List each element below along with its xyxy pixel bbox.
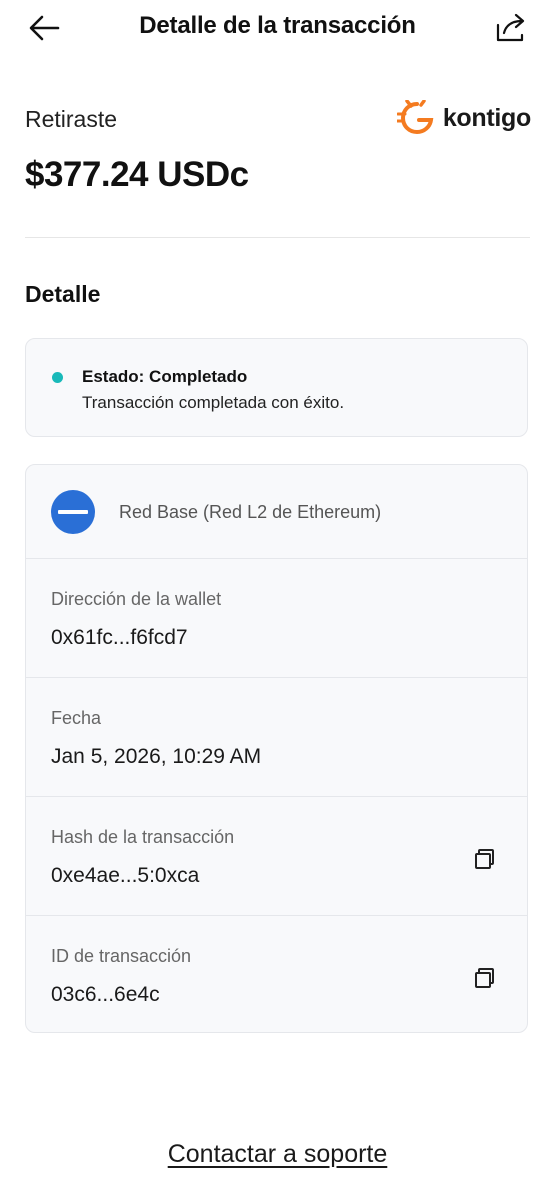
share-button[interactable] [491, 10, 531, 46]
transaction-id-label: ID de transacción [51, 946, 192, 966]
date-label: Fecha [51, 708, 102, 728]
transaction-amount: $377.24 USDc [25, 155, 249, 194]
top-bar: Detalle de la transacción [0, 0, 555, 56]
kontigo-logo-icon [396, 100, 434, 135]
share-icon [496, 13, 525, 42]
transaction-type-label: Retiraste [25, 106, 118, 132]
transaction-id-row: ID de transacción 03c6...6e4c [26, 916, 527, 1032]
transaction-hash-value: 0xe4ae...5:0xca [51, 864, 200, 887]
brand-logo: kontigo [396, 100, 531, 136]
page-title: Detalle de la transacción [139, 12, 416, 39]
transaction-hash-label: Hash de la transacción [51, 827, 235, 847]
base-network-icon [51, 490, 95, 534]
divider [25, 237, 530, 238]
transaction-id-value: 03c6...6e4c [51, 983, 160, 1006]
copy-hash-icon[interactable] [473, 847, 497, 871]
copy-id-icon[interactable] [473, 966, 497, 990]
status-description: Transacción completada con éxito. [82, 393, 345, 412]
wallet-address-label: Dirección de la wallet [51, 589, 222, 609]
status-title: Estado: Completado [82, 367, 248, 386]
wallet-address-row: Dirección de la wallet 0x61fc...f6fcd7 [26, 559, 527, 678]
contact-support-link[interactable]: Contactar a soporte [168, 1140, 388, 1168]
network-row: Red Base (Red L2 de Ethereum) [26, 465, 527, 559]
transaction-hash-row: Hash de la transacción 0xe4ae...5:0xca [26, 797, 527, 916]
date-value: Jan 5, 2026, 10:29 AM [51, 745, 262, 768]
wallet-address-value: 0x61fc...f6fcd7 [51, 626, 188, 649]
status-card: Estado: Completado Transacción completad… [25, 338, 528, 437]
support-link-container: Contactar a soporte [0, 1140, 555, 1169]
detail-section-title: Detalle [25, 281, 101, 307]
network-label: Red Base (Red L2 de Ethereum) [119, 502, 382, 522]
brand-name: kontigo [442, 103, 531, 132]
transaction-details-card: Red Base (Red L2 de Ethereum) Dirección … [25, 464, 528, 1033]
date-row: Fecha Jan 5, 2026, 10:29 AM [26, 678, 527, 797]
status-dot [52, 372, 63, 383]
